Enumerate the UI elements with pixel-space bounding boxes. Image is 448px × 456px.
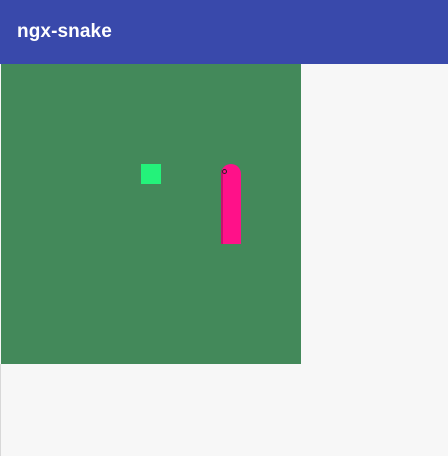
snake-head bbox=[221, 164, 241, 184]
snake-segment bbox=[221, 204, 241, 224]
snake-shadow-edge bbox=[221, 170, 223, 244]
app-title: ngx-snake bbox=[17, 21, 112, 42]
food-pellet bbox=[141, 164, 161, 184]
snake-segment bbox=[221, 224, 241, 244]
snake-segment bbox=[221, 184, 241, 204]
app-toolbar: ngx-snake bbox=[0, 0, 448, 64]
game-board[interactable] bbox=[1, 64, 301, 364]
snake bbox=[221, 164, 241, 244]
page-edge-divider bbox=[0, 364, 1, 456]
